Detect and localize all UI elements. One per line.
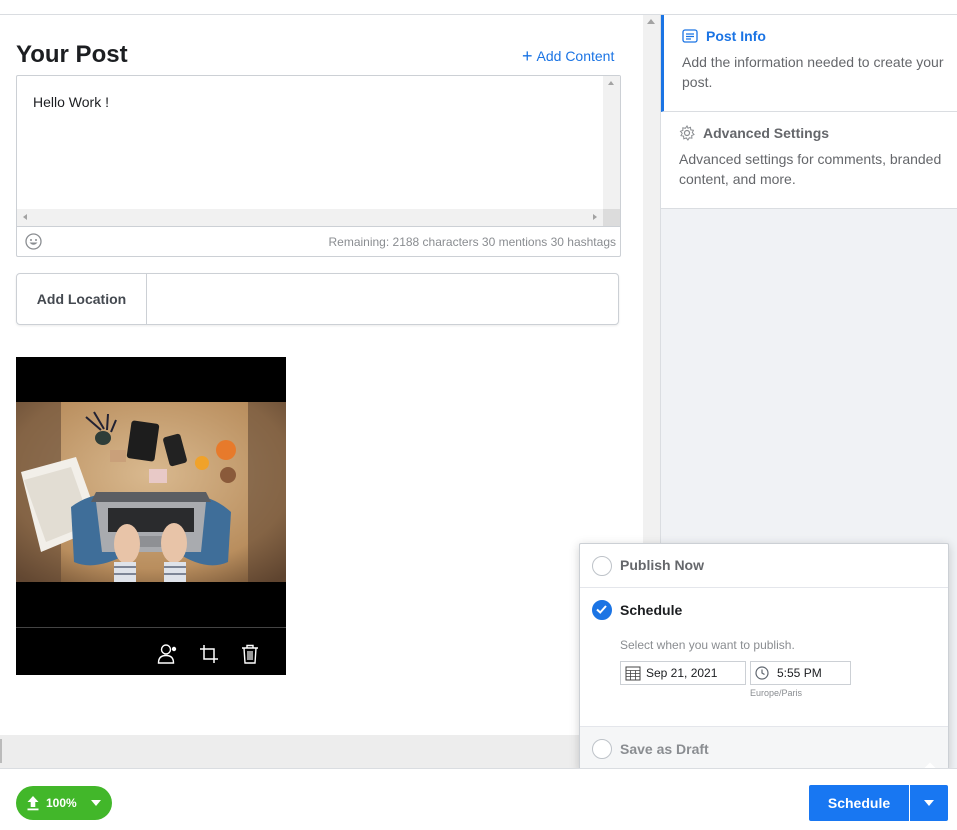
schedule-dropdown-button[interactable] [910,785,948,821]
location-field[interactable]: Add Location [16,273,619,325]
post-text[interactable]: Hello Work ! [33,94,109,110]
publish-options-popup: Publish Now Schedule Select when you wan… [579,543,949,780]
bottom-scroll-strip [0,735,660,768]
top-bar [0,0,957,15]
add-location-label: Add Location [17,274,147,324]
plus-icon: + [522,46,533,66]
add-content-label: Add Content [536,48,615,64]
media-preview [16,357,286,675]
save-as-draft-radio[interactable] [592,739,612,759]
post-editor-panel: Your Post + Add Content Hello Work ! Rem… [0,15,643,735]
page-title: Your Post [16,41,128,68]
publish-now-radio[interactable] [592,556,612,576]
post-text-editor[interactable]: Hello Work ! Remaining: 2188 characters … [16,75,621,257]
trash-icon[interactable] [239,643,261,665]
schedule-option[interactable]: Schedule [580,588,948,726]
clock-icon [755,666,769,680]
tag-people-icon[interactable] [157,643,179,665]
scrollbar-corner [603,209,620,226]
time-picker[interactable]: 5:55 PM [750,661,851,685]
post-info-icon [682,29,698,43]
sidebar-item-advanced-settings[interactable]: Advanced Settings Advanced settings for … [661,112,957,209]
date-value: Sep 21, 2021 [646,666,718,680]
publish-now-option[interactable]: Publish Now [580,544,948,588]
upload-progress-label: 100% [46,796,77,810]
chevron-down-icon [90,800,101,806]
sidebar-item-description: Add the information needed to create you… [682,54,944,90]
crop-icon[interactable] [198,643,220,665]
save-as-draft-label: Save as Draft [620,741,709,757]
date-picker[interactable]: Sep 21, 2021 [620,661,746,685]
upload-progress-button[interactable]: 100% [16,786,112,820]
editor-toolbar: Remaining: 2188 characters 30 mentions 3… [17,226,620,256]
check-icon [596,605,607,614]
gear-icon [679,125,695,141]
timezone-label: Europe/Paris [750,688,803,698]
calendar-icon [625,666,641,681]
sidebar-item-description: Advanced settings for comments, branded … [679,151,942,187]
post-photo [16,402,286,582]
schedule-hint: Select when you want to publish. [620,638,795,652]
upload-icon [27,796,39,811]
media-actions-bar [16,627,286,675]
vertical-scrollbar[interactable] [603,76,620,226]
chevron-down-icon [924,800,934,806]
add-content-button[interactable]: + Add Content [522,46,615,66]
schedule-radio[interactable] [592,600,612,620]
sidebar-item-post-info[interactable]: Post Info Add the information needed to … [661,15,957,112]
save-as-draft-option[interactable]: Save as Draft [580,726,948,770]
time-value: 5:55 PM [777,666,822,680]
horizontal-scrollbar[interactable] [17,209,603,226]
schedule-label: Schedule [620,602,683,618]
sidebar-item-label: Post Info [706,28,766,44]
publish-now-label: Publish Now [620,557,704,573]
schedule-button[interactable]: Schedule [809,785,909,821]
remaining-counter: Remaining: 2188 characters 30 mentions 3… [328,235,616,249]
emoji-icon[interactable] [25,233,42,250]
sidebar-item-label: Advanced Settings [703,125,830,141]
